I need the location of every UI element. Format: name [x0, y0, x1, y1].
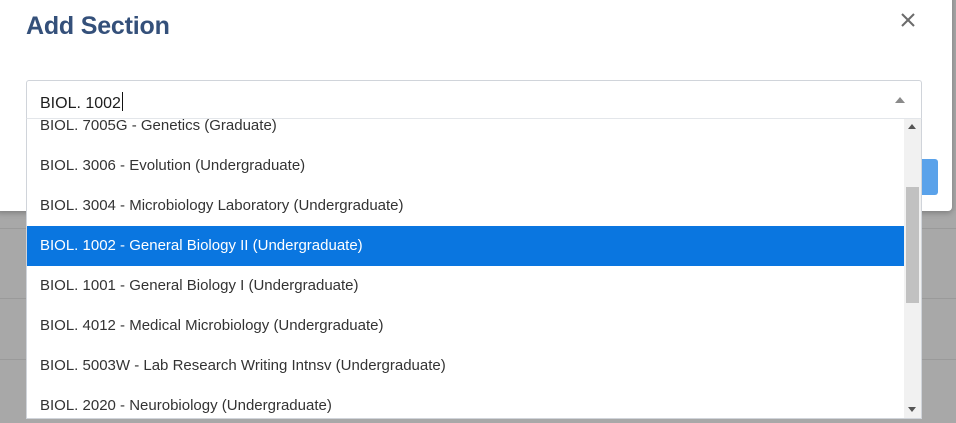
- dropdown-option[interactable]: BIOL. 4012 - Medical Microbiology (Under…: [27, 306, 905, 346]
- select-input-value: BIOL. 1002: [40, 95, 121, 112]
- options-container: BIOL. 7005G - Genetics (Graduate) BIOL. 3…: [27, 119, 905, 418]
- dropdown-option[interactable]: BIOL. 3006 - Evolution (Undergraduate): [27, 146, 905, 186]
- dropdown-scrollbar[interactable]: [904, 119, 921, 418]
- section-dropdown-list: BIOL. 7005G - Genetics (Graduate) BIOL. 3…: [26, 119, 922, 419]
- text-caret: [121, 92, 123, 111]
- modal-title: Add Section: [26, 12, 170, 40]
- scroll-down-arrow-icon[interactable]: [908, 407, 916, 412]
- chevron-up-icon[interactable]: [895, 97, 905, 103]
- section-search-input[interactable]: BIOL. 1002: [26, 80, 922, 119]
- dropdown-option[interactable]: BIOL. 1001 - General Biology I (Undergra…: [27, 266, 905, 306]
- dropdown-option[interactable]: BIOL. 5003W - Lab Research Writing Intns…: [27, 346, 905, 386]
- scroll-up-arrow-icon[interactable]: [908, 124, 916, 129]
- dropdown-option[interactable]: BIOL. 1002 - General Biology II (Undergr…: [27, 226, 905, 266]
- scrollbar-thumb[interactable]: [906, 187, 919, 303]
- dropdown-option[interactable]: BIOL. 3004 - Microbiology Laboratory (Un…: [27, 186, 905, 226]
- dropdown-option[interactable]: BIOL. 7005G - Genetics (Graduate): [27, 119, 905, 146]
- close-icon[interactable]: [898, 10, 918, 30]
- section-select[interactable]: BIOL. 1002 BIOL. 7005G - Genetics (Gradu…: [26, 80, 922, 420]
- dropdown-option[interactable]: BIOL. 2020 - Neurobiology (Undergraduate…: [27, 386, 905, 418]
